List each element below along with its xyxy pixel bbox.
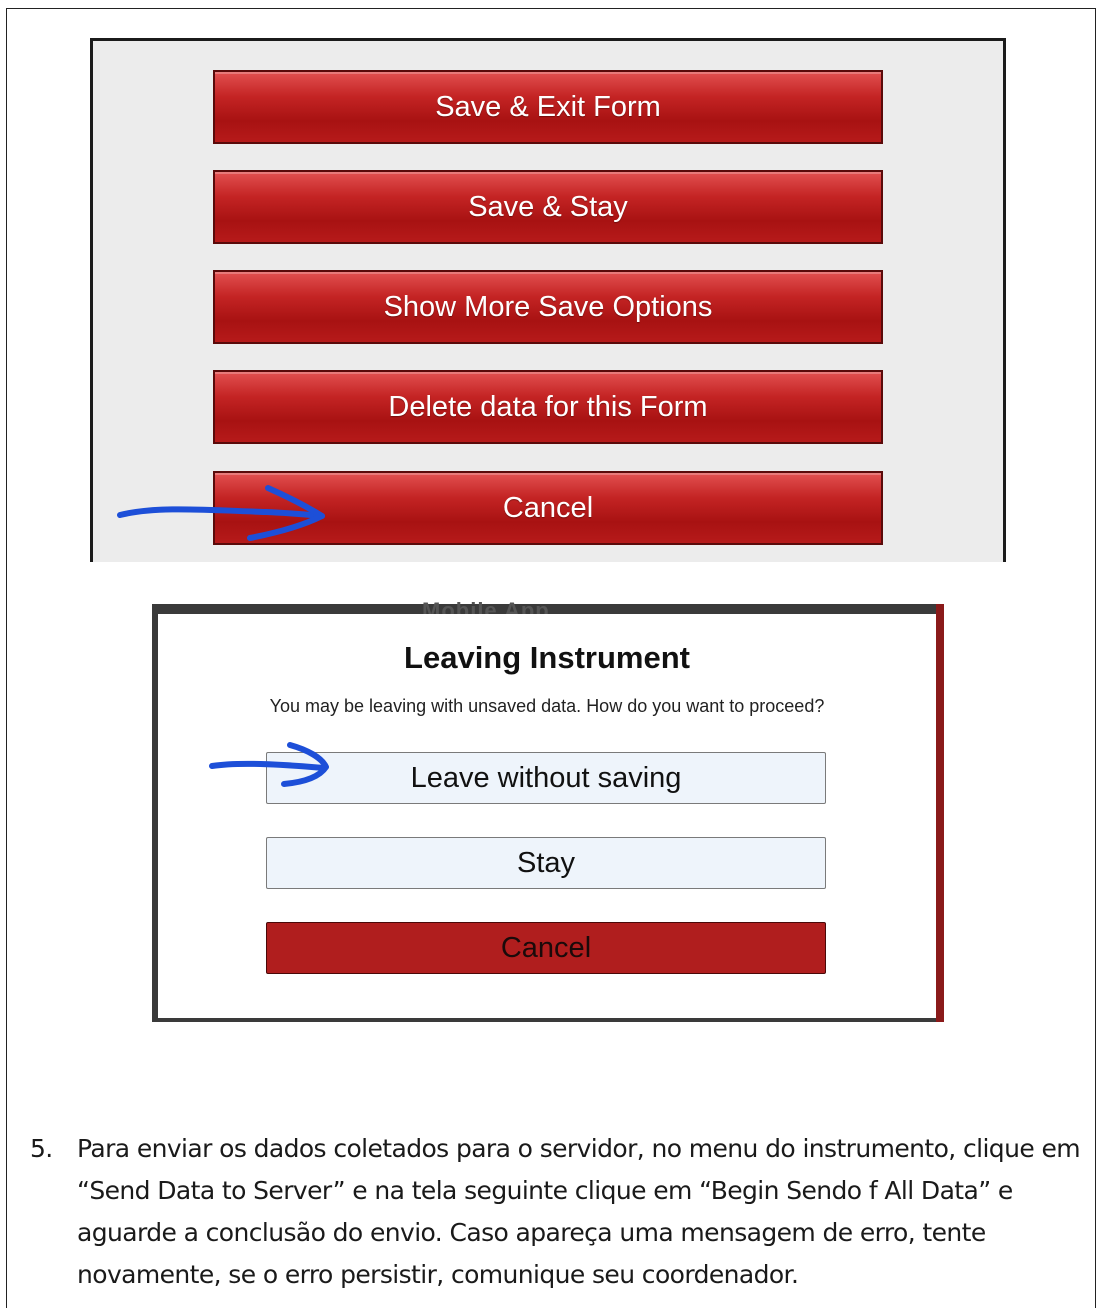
dialog-message: You may be leaving with unsaved data. Ho…	[269, 696, 825, 716]
leave-without-saving-button[interactable]: Leave without saving	[266, 752, 826, 804]
annotation-arrow-icon	[117, 485, 325, 541]
dialog-title: Leaving Instrument	[404, 640, 690, 675]
save-exit-form-button[interactable]: Save & Exit Form	[213, 70, 883, 144]
stay-button[interactable]: Stay	[266, 837, 826, 889]
leaving-instrument-dialog: Leaving Instrument You may be leaving wi…	[158, 614, 936, 1018]
dialog-cancel-button[interactable]: Cancel	[266, 922, 826, 974]
delete-form-data-button[interactable]: Delete data for this Form	[213, 370, 883, 444]
step-text: Para enviar os dados coletados para o se…	[77, 1134, 1081, 1289]
show-more-save-options-button[interactable]: Show More Save Options	[213, 270, 883, 344]
save-stay-button[interactable]: Save & Stay	[213, 170, 883, 244]
step-number: 5.	[30, 1134, 53, 1163]
leaving-instrument-screenshot: Mobile App Leaving Instrument You may be…	[152, 598, 944, 1022]
background-edge	[936, 604, 944, 1022]
instruction-step: 5. Para enviar os dados coletados para o…	[30, 1128, 1100, 1296]
annotation-arrow-icon	[209, 742, 329, 787]
